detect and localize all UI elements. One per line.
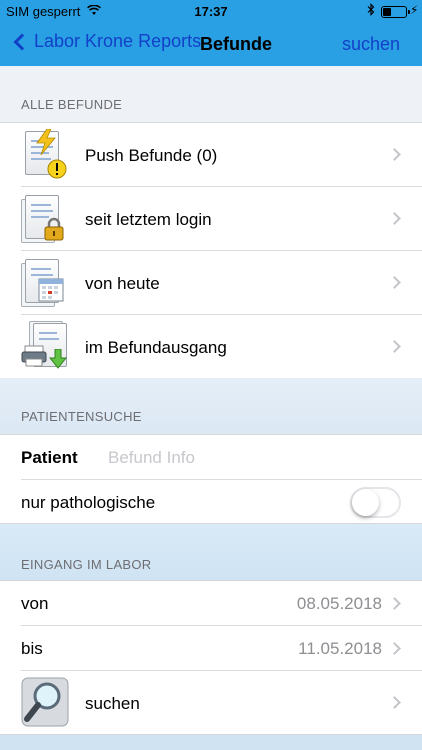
section-header-alle-befunde: ALLE BEFUNDE: [0, 66, 422, 122]
list-item-label: von heute: [85, 274, 160, 293]
battery-icon: [381, 6, 410, 18]
page-title: Befunde: [200, 34, 272, 54]
back-label: Labor Krone Reports: [34, 31, 202, 51]
suchen-label: suchen: [85, 694, 140, 713]
chevron-right-icon: [388, 696, 401, 709]
patientensuche-form: Patient Befund Info nur pathologische: [0, 434, 422, 524]
list-item-label: seit letztem login: [85, 210, 212, 229]
patient-search-input[interactable]: Befund Info: [108, 448, 195, 468]
top-bar: SIM gesperrt 17:37 ⚡ Labor Krone Reports…: [0, 0, 422, 66]
clock: 17:37: [194, 4, 228, 19]
pathologisch-label: nur pathologische: [21, 493, 156, 512]
chevron-right-icon: [388, 148, 401, 161]
charging-icon: ⚡: [410, 3, 419, 17]
content: ALLE BEFUNDE Push Befunde (0) seit letzt…: [0, 66, 422, 750]
list-item-seit-letztem-login[interactable]: seit letztem login: [0, 187, 422, 251]
section-header-eingang: EINGANG IM LABOR: [0, 524, 422, 580]
patient-field-row: Patient Befund Info: [0, 435, 422, 480]
list-item-label: im Befundausgang: [85, 338, 227, 357]
bluetooth-icon: [367, 3, 375, 19]
von-date-value: 08.05.2018: [296, 594, 382, 613]
pathologisch-toggle[interactable]: [350, 487, 401, 518]
chevron-left-icon: [13, 33, 31, 50]
section-header-patientensuche: PATIENTENSUCHE: [0, 378, 422, 434]
patient-label: Patient: [21, 448, 78, 467]
section-header-label: EINGANG IM LABOR: [21, 557, 152, 572]
befunde-list: Push Befunde (0) seit letztem login von …: [0, 122, 422, 379]
eingang-form: von 08.05.2018 bis 11.05.2018 suchen: [0, 580, 422, 735]
von-date-row[interactable]: von 08.05.2018: [0, 581, 422, 626]
chevron-right-icon: [388, 642, 401, 655]
list-item-von-heute[interactable]: von heute: [0, 251, 422, 315]
printer-document-icon: [21, 321, 69, 373]
suchen-row[interactable]: suchen: [0, 671, 422, 735]
list-item-push-befunde[interactable]: Push Befunde (0): [0, 123, 422, 187]
search-button[interactable]: suchen: [342, 34, 400, 55]
bottom-background: [0, 735, 422, 750]
list-item-im-befundausgang[interactable]: im Befundausgang: [0, 315, 422, 379]
pathologisch-row: nur pathologische: [0, 480, 422, 525]
bis-date-value: 11.05.2018: [298, 639, 382, 658]
chevron-right-icon: [388, 340, 401, 353]
bis-label: bis: [21, 639, 43, 658]
section-header-label: PATIENTENSUCHE: [21, 409, 142, 424]
magnifier-icon: [21, 677, 69, 729]
bis-date-row[interactable]: bis 11.05.2018: [0, 626, 422, 671]
chevron-right-icon: [388, 276, 401, 289]
chevron-right-icon: [388, 212, 401, 225]
calendar-document-icon: [21, 257, 69, 309]
navigation-bar: Labor Krone Reports Befunde suchen: [0, 22, 422, 66]
back-button[interactable]: Labor Krone Reports: [10, 31, 201, 52]
section-header-label: ALLE BEFUNDE: [21, 97, 123, 112]
list-item-label: Push Befunde (0): [85, 146, 218, 165]
lock-document-icon: [21, 193, 69, 245]
chevron-right-icon: [388, 597, 401, 610]
von-label: von: [21, 594, 49, 613]
push-befunde-icon: [21, 129, 69, 181]
status-bar: SIM gesperrt 17:37 ⚡: [0, 0, 422, 22]
